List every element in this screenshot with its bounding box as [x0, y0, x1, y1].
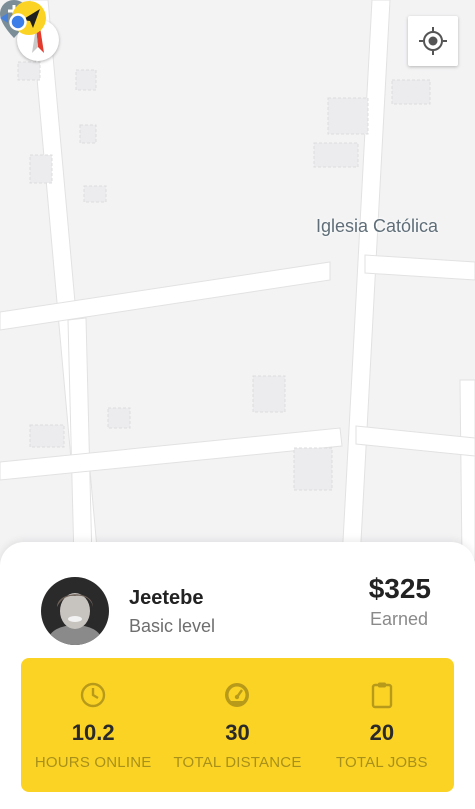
- user-location-dot: [9, 13, 27, 31]
- my-location-icon: [419, 27, 447, 55]
- driver-level: Basic level: [129, 616, 216, 636]
- stat-total-jobs: 20 TOTAL JOBS: [310, 658, 454, 792]
- earned-amount: $325: [368, 573, 431, 604]
- my-location-button[interactable]: [408, 16, 458, 66]
- stat-hours-online: 10.2 HOURS ONLINE: [21, 658, 165, 792]
- driver-location-marker: [0, 1, 46, 35]
- stat-value: 20: [369, 720, 395, 745]
- stat-total-distance: 30 TOTAL DISTANCE: [165, 658, 309, 792]
- driver-summary-sheet: Jeetebe Basic level $325 Earned 10.2 HOU…: [0, 542, 475, 809]
- stat-value: 10.2: [71, 720, 115, 745]
- driver-name: Jeetebe: [129, 587, 204, 609]
- stat-value: 30: [225, 720, 250, 745]
- poi-label[interactable]: Iglesia Católica: [316, 216, 438, 237]
- speedometer-icon: [225, 683, 250, 707]
- stat-label: TOTAL JOBS: [335, 754, 428, 771]
- clock-icon: [80, 682, 106, 708]
- avatar[interactable]: [41, 577, 109, 645]
- stat-label: HOURS ONLINE: [34, 754, 152, 771]
- stats-card: 10.2 HOURS ONLINE 30 TOTAL DISTANCE 20 T…: [21, 658, 454, 792]
- clipboard-icon: [371, 682, 393, 709]
- earned-label: Earned: [369, 609, 428, 629]
- stat-label: TOTAL DISTANCE: [173, 754, 302, 771]
